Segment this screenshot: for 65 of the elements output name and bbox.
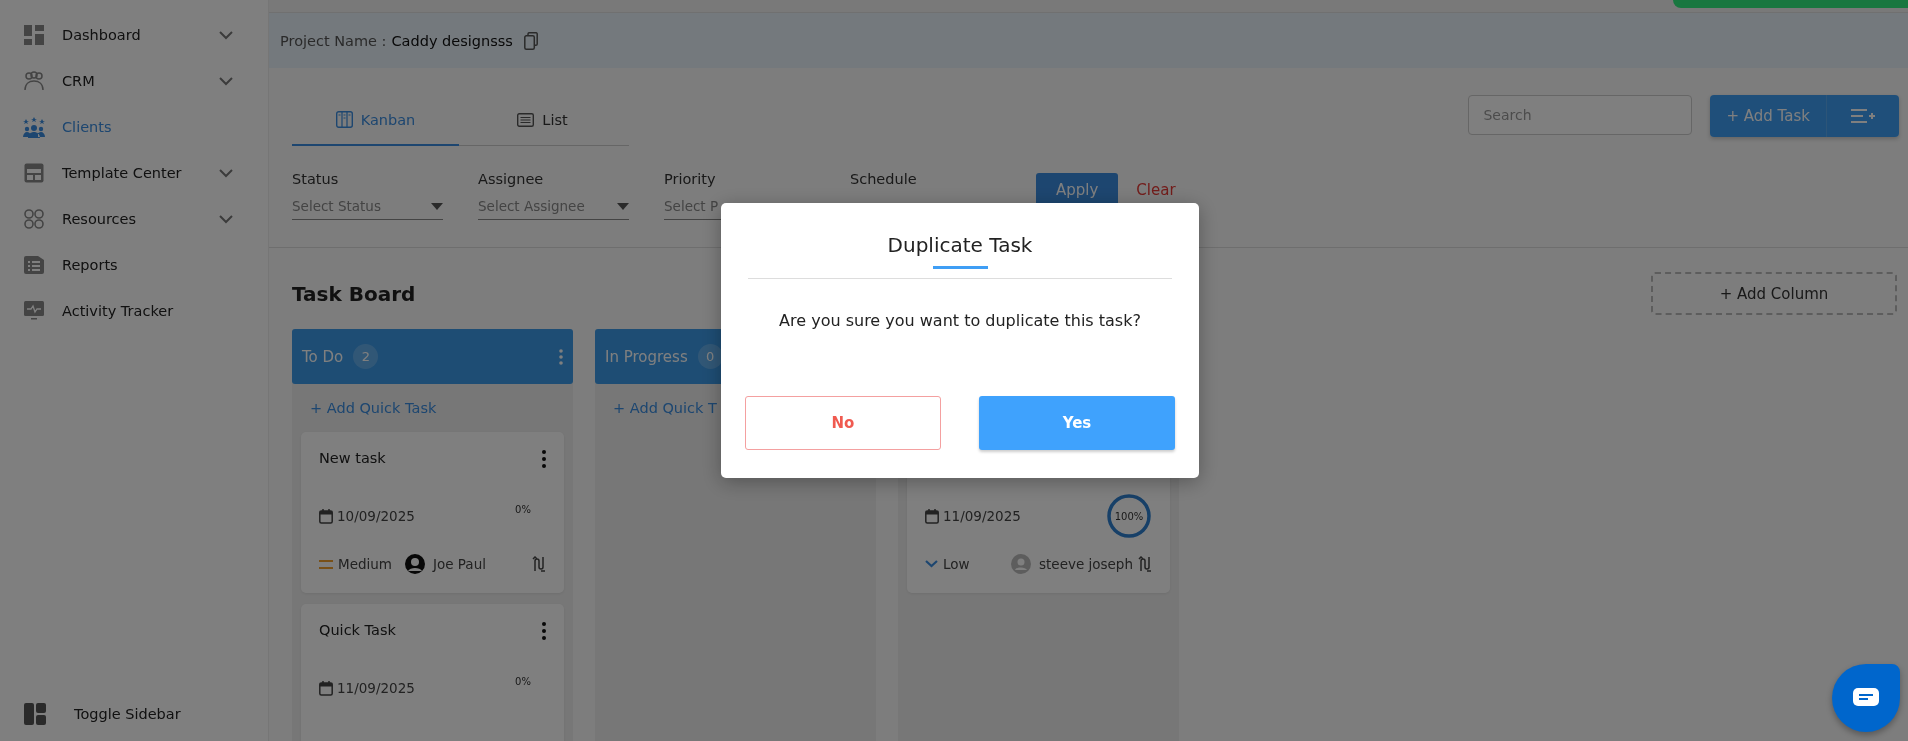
clear-button[interactable]: Clear <box>1130 173 1182 207</box>
monitor-icon <box>24 301 44 321</box>
clients-icon <box>23 116 45 138</box>
filter-label: Assignee <box>478 171 545 189</box>
yes-button[interactable]: Yes <box>979 396 1175 450</box>
progress-percent: 100% <box>1114 510 1144 522</box>
task-title: New task <box>319 450 386 466</box>
filter-dropdown[interactable]: Select Status <box>292 193 443 220</box>
due-date: 11/09/2025 <box>943 508 1021 524</box>
sidebar-item[interactable]: Template Center <box>0 150 268 196</box>
calendar-icon <box>925 508 939 524</box>
filter-dropdown[interactable]: Select Assignee <box>478 193 629 220</box>
calendar-icon <box>319 680 333 696</box>
project-label: Project Name : <box>280 32 387 49</box>
no-button[interactable]: No <box>745 396 941 450</box>
progress-percent: 0% <box>515 675 531 687</box>
add-quick-task-link[interactable]: + Add Quick Task <box>292 384 455 421</box>
assignee-name: steeve joseph <box>1039 556 1133 572</box>
branch-icon[interactable] <box>1138 556 1152 572</box>
column-header: To Do 2 <box>292 329 573 384</box>
priority-label: Medium <box>338 556 392 572</box>
layout-icon <box>24 703 46 725</box>
dialog-message: Are you sure you want to duplicate this task? <box>779 311 1141 330</box>
add-task-button[interactable]: + Add Task <box>1710 95 1827 137</box>
filter-label: Schedule <box>850 171 918 189</box>
view-tab[interactable]: List <box>459 95 626 146</box>
sidebar-item[interactable]: Activity Tracker <box>0 288 268 334</box>
list-add-icon <box>1851 108 1875 124</box>
due-date: 11/09/2025 <box>337 680 415 696</box>
sidebar-item[interactable]: CRM <box>0 58 268 104</box>
sidebar-item[interactable]: Reports <box>0 242 268 288</box>
people-icon <box>23 70 45 92</box>
filter-label: Priority <box>664 171 717 189</box>
report-icon <box>24 256 44 274</box>
assignee-name: Joe Paul <box>433 556 486 572</box>
progress-percent: 0% <box>515 503 531 515</box>
add-column-button[interactable]: + Add Column <box>1651 272 1897 315</box>
priority-label: Low <box>943 556 970 572</box>
copy-icon[interactable] <box>523 31 538 50</box>
dialog-title: Duplicate Task <box>887 233 1033 257</box>
project-name: Caddy designsss <box>391 32 513 49</box>
add-list-button[interactable] <box>1827 95 1899 137</box>
add-quick-task-link[interactable]: + Add Quick T <box>595 384 735 421</box>
sidebar-item[interactable]: Dashboard <box>0 12 268 58</box>
task-title: Quick Task <box>319 622 396 638</box>
list-icon <box>517 112 535 127</box>
template-icon <box>24 163 44 183</box>
kebab-icon[interactable] <box>542 622 546 640</box>
board-title: Task Board <box>292 281 416 306</box>
sidebar-item[interactable]: Clients <box>0 104 268 150</box>
view-tab[interactable]: Kanban <box>292 95 459 146</box>
sidebar-item[interactable]: Resources <box>0 196 268 242</box>
toggle-sidebar-button[interactable]: Toggle Sidebar <box>0 699 268 741</box>
task-card[interactable]: New task 10/09/2025 0% Medium Joe Paul <box>301 432 564 593</box>
chat-icon <box>1853 688 1879 708</box>
board-icon <box>335 111 353 128</box>
resources-icon <box>24 209 44 229</box>
dashboard-icon <box>24 25 44 45</box>
branch-icon[interactable] <box>532 556 546 572</box>
kebab-icon[interactable] <box>542 450 546 468</box>
calendar-icon <box>319 508 333 524</box>
due-date: 10/09/2025 <box>337 508 415 524</box>
task-card[interactable]: Quick Task 11/09/2025 0% <box>301 604 564 741</box>
filter-label: Status <box>292 171 340 189</box>
kebab-icon[interactable] <box>559 348 563 365</box>
